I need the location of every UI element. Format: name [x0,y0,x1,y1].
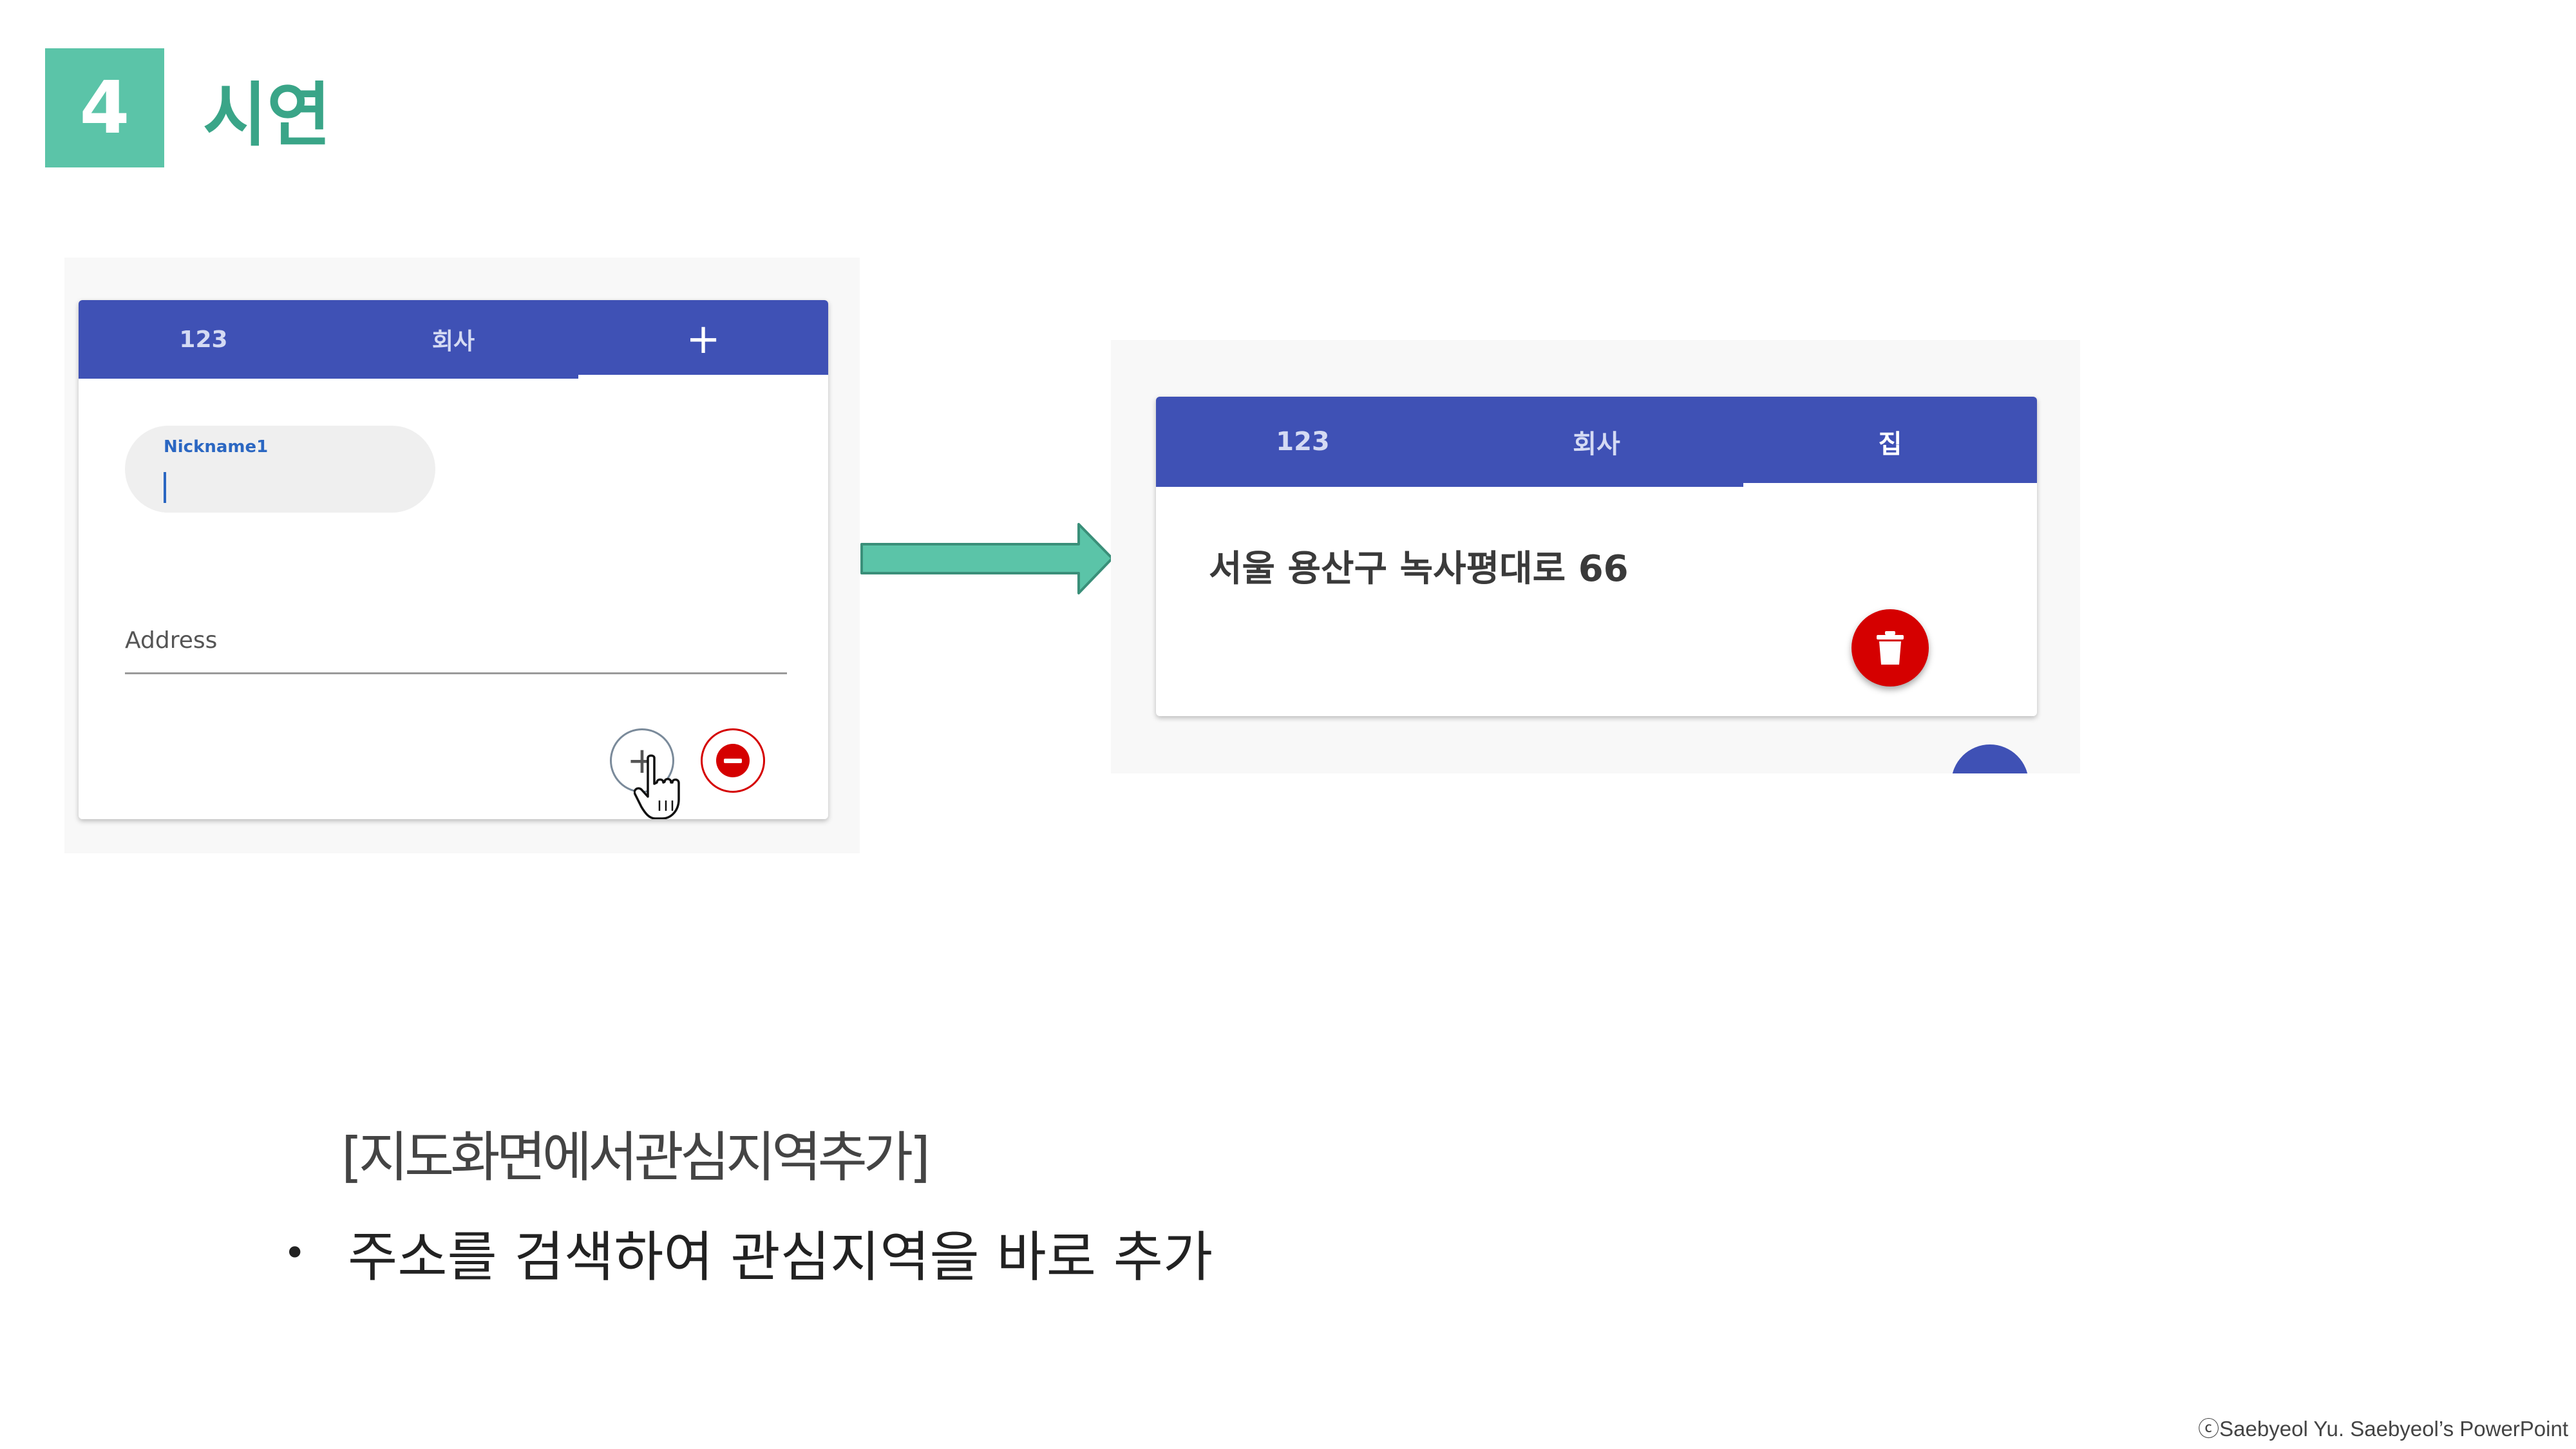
address-field[interactable] [125,672,787,674]
remove-button[interactable] [701,728,765,793]
tab-add[interactable]: + [578,300,828,379]
bullet-text: 주소를 검색하여 관심지역을 바로 추가 [348,1226,1213,1289]
tab-company[interactable]: 회사 [328,300,578,379]
tab-bar: 123 회사 + [79,300,828,379]
location-address: 서울 용산구 녹사평대로 66 [1209,548,1629,590]
tab-company[interactable]: 회사 [1450,397,1743,487]
location-card: 123 회사 집 서울 용산구 녹사평대로 66 [1156,397,2037,716]
text-cursor [164,472,166,503]
minus-circle-icon [716,744,750,777]
tab-home[interactable]: 집 [1743,397,2037,487]
tab-123[interactable]: 123 [1156,397,1450,487]
credit-text: ⓒSaebyeol Yu. Saebyeol’s PowerPoint [2198,1417,2568,1441]
section-number-badge: 4 [45,48,164,167]
right-screenshot: 123 회사 집 서울 용산구 녹사평대로 66 [1111,340,2080,773]
plus-icon: + [686,316,721,363]
tab-123[interactable]: 123 [79,300,328,379]
slide-title: 시연 [203,75,331,156]
left-screenshot: 123 회사 + Nickname1 Address + [64,258,860,853]
hand-pointer-icon [634,754,680,819]
nickname-label: Nickname1 [164,437,269,457]
delete-button[interactable] [1852,609,1929,687]
bullet-item: • 주소를 검색하여 관심지역을 바로 추가 [283,1214,1213,1292]
trash-icon [1877,631,1904,665]
caption: [지도화면에서관심지역추가] [341,1126,931,1189]
nickname-field[interactable]: Nickname1 [125,426,435,513]
add-location-card: 123 회사 + Nickname1 Address + [79,300,828,819]
tab-bar: 123 회사 집 [1156,397,2037,487]
right-arrow-icon [860,523,1113,594]
floating-action-button[interactable] [1951,744,2029,773]
address-field-label: Address [125,627,218,654]
bullet-marker: • [283,1230,307,1276]
